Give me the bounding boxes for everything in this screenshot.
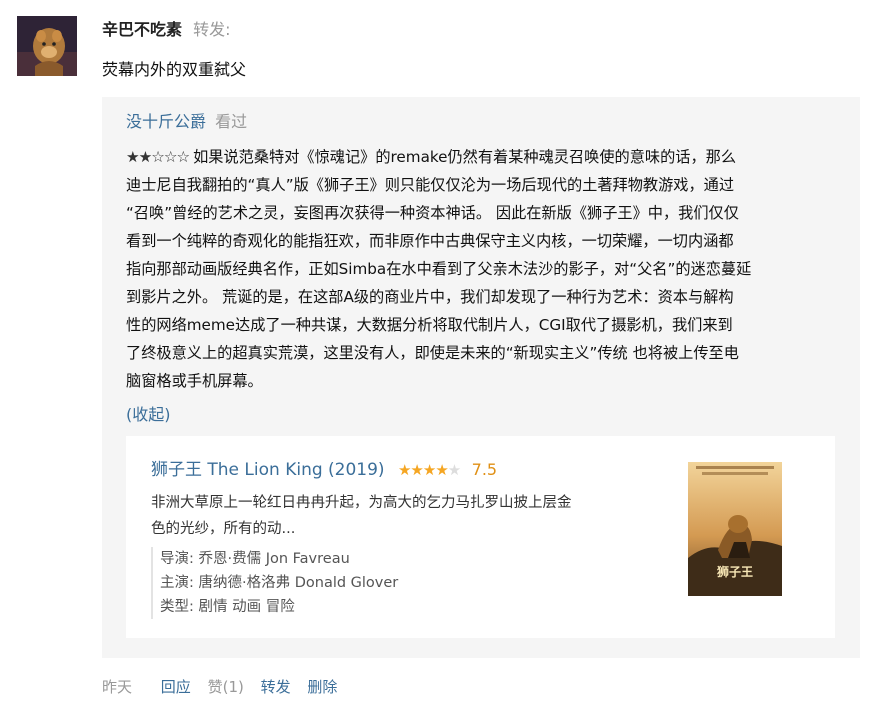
status-action: 转发:	[193, 20, 231, 39]
movie-title-row: 狮子王 The Lion King (2019) ★★★★★ 7.5	[151, 457, 497, 483]
movie-cast: 主演: 唐纳德·格洛弗 Donald Glover	[160, 575, 399, 591]
delete-button[interactable]: 删除	[307, 678, 337, 696]
movie-rating-stars: ★★★★★	[397, 461, 461, 479]
review-line: 指向那部动画版经典名作，正如Simba在水中看到了父亲木法沙的影子，对“父名”的…	[126, 260, 752, 278]
poster-image: 狮子王	[688, 462, 782, 596]
reply-button[interactable]: 回应	[161, 678, 191, 696]
review-line: 性的网络meme达成了一种共谋，大数据分析将取代制片人，CGI取代了摄影机，我们…	[126, 316, 733, 334]
username[interactable]: 辛巴不吃素	[102, 20, 182, 39]
movie-title-link[interactable]: 狮子王 The Lion King (2019)	[151, 460, 385, 480]
movie-description-line: 色的光纱，所有的动...	[151, 521, 296, 537]
review-line-text: 如果说范桑特对《惊魂记》的remake仍然有着某种魂灵召唤使的意味的话，那么	[193, 148, 737, 166]
quoted-status: 没十斤公爵 看过 ★★☆☆☆ 如果说范桑特对《惊魂记》的remake仍然有着某种魂…	[102, 97, 860, 658]
repost-button[interactable]: 转发	[261, 678, 291, 696]
movie-genre: 类型: 剧情 动画 冒险	[160, 599, 295, 615]
review-line: 了终极意义上的超真实荒漠，这里没有人，即使是未来的“新现实主义”传统 也将被上传…	[126, 344, 739, 362]
star-filled-icon: ★★★★	[397, 461, 449, 479]
collapse-link[interactable]: (收起)	[126, 402, 171, 428]
review-text: ★★☆☆☆ 如果说范桑特对《惊魂记》的remake仍然有着某种魂灵召唤使的意味的话…	[126, 143, 842, 395]
quoted-header: 没十斤公爵 看过	[126, 109, 247, 135]
status-item: 辛巴不吃素 转发: 荧幕内外的双重弑父 没十斤公爵 看过 ★★☆☆☆ 如果说范桑特…	[0, 0, 889, 703]
review-rating-stars: ★★☆☆☆	[126, 148, 190, 166]
movie-description-line: 非洲大草原上一轮红日冉冉升起，为高大的乞力马扎罗山披上层金	[151, 495, 572, 511]
movie-rating-value: 7.5	[471, 460, 498, 479]
review-line: ★★☆☆☆ 如果说范桑特对《惊魂记》的remake仍然有着某种魂灵召唤使的意味的话…	[126, 143, 842, 171]
review-line: 到影片之外。 荒诞的是，在这部A级的商业片中，我们却发现了一种行为艺术：资本与解…	[126, 288, 734, 306]
quoted-action: 看过	[215, 112, 248, 131]
repost-text: 荧幕内外的双重弑父	[102, 60, 247, 79]
avatar[interactable]	[17, 16, 77, 76]
status-header: 辛巴不吃素 转发:	[102, 18, 231, 42]
like-button[interactable]: 赞(1)	[208, 678, 244, 696]
quoted-username[interactable]: 没十斤公爵	[126, 112, 206, 131]
review-line: 脑窗格或手机屏幕。	[126, 372, 263, 390]
movie-meta: 导演: 乔恩·费儒 Jon Favreau 主演: 唐纳德·格洛弗 Donald…	[151, 547, 398, 619]
timestamp: 昨天	[102, 678, 133, 696]
review-line: 看到一个纯粹的奇观化的能指狂欢，而非原作中古典保守主义内核，一切荣耀，一切内涵都	[126, 232, 734, 250]
status-actions: 昨天 回应 赞(1) 转发 删除	[102, 675, 349, 699]
movie-director: 导演: 乔恩·费儒 Jon Favreau	[160, 551, 350, 567]
review-line: 迪士尼自我翻拍的“真人”版《狮子王》则只能仅仅沦为一场后现代的土著拜物教游戏，通…	[126, 176, 735, 194]
poster-title: 狮子王	[716, 564, 753, 579]
star-empty-icon: ★	[447, 461, 461, 479]
avatar-image	[17, 16, 77, 76]
movie-description: 非洲大草原上一轮红日冉冉升起，为高大的乞力马扎罗山披上层金 色的光纱，所有的动.…	[151, 490, 631, 542]
movie-poster[interactable]: 狮子王	[688, 462, 782, 596]
review-line: “召唤”曾经的艺术之灵，妄图再次获得一种资本神话。 因此在新版《狮子王》中，我们…	[126, 204, 739, 222]
movie-card[interactable]: 狮子王 The Lion King (2019) ★★★★★ 7.5 非洲大草原…	[126, 436, 835, 638]
